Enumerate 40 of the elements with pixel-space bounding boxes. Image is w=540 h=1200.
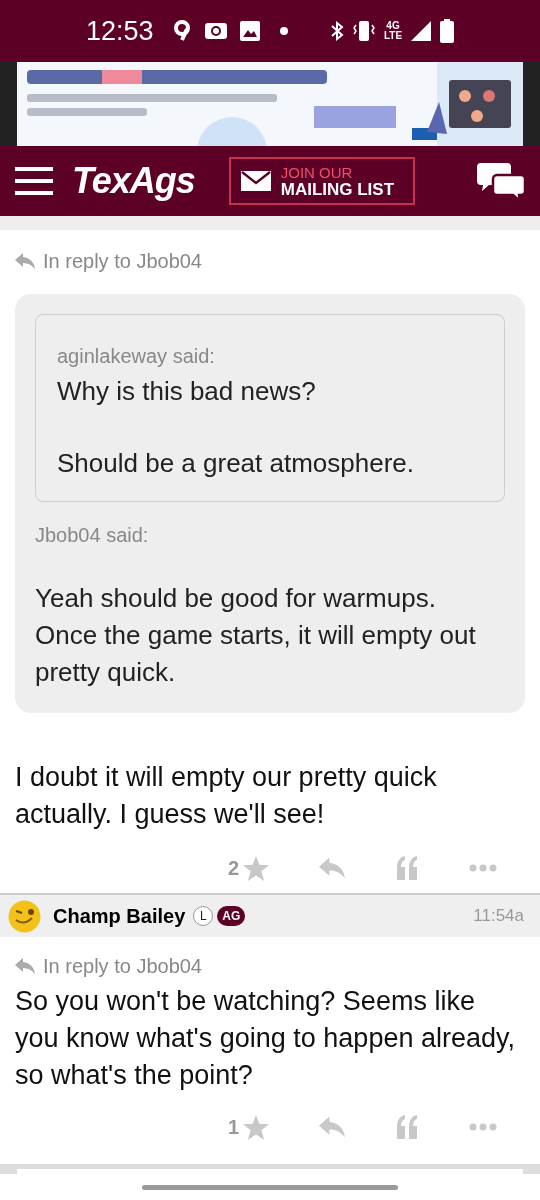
quote-icon[interactable] [395, 1115, 419, 1139]
signal-icon [410, 20, 432, 42]
reply-to-text: In reply to Jbob04 [43, 954, 202, 979]
author-name[interactable]: Champ Bailey [53, 901, 186, 931]
star-icon[interactable] [243, 1114, 269, 1140]
reply-icon [15, 253, 35, 269]
user-badge: AG [217, 906, 246, 926]
star-icon[interactable] [243, 855, 269, 881]
camera-icon [203, 21, 228, 41]
chat-icon[interactable] [477, 161, 525, 201]
battery-icon [440, 19, 454, 43]
avatar-icon [8, 899, 41, 933]
post-body: I doubt it will empty our pretty quick actually. I guess we'll see! [15, 761, 438, 831]
envelope-icon [240, 171, 271, 191]
star-count: 1 [227, 1115, 239, 1140]
home-indicator[interactable] [142, 1185, 398, 1190]
quote-text: Should be a great atmosphere. [57, 447, 416, 480]
post-time: 11:54a [473, 905, 525, 928]
reply-icon[interactable] [319, 857, 345, 879]
quote-author: aginlakeway said: [57, 344, 216, 369]
star-count: 2 [227, 856, 239, 881]
reply-icon[interactable] [319, 1116, 345, 1138]
reply-icon [15, 958, 35, 974]
post-body: So you won't be watching? Seems like you know what's going to happen already, so what's the point? [15, 985, 516, 1092]
quote-text: Why is this bad news? [57, 375, 317, 408]
more-icon[interactable] [469, 864, 497, 872]
bluetooth-icon [330, 21, 344, 41]
reply-to-text: In reply to Jbob04 [43, 249, 202, 274]
quote-author: Jbob04 said: [35, 523, 150, 548]
quote-icon[interactable] [395, 856, 419, 880]
network-label: 4G LTE [384, 21, 402, 41]
user-badge: L [193, 906, 214, 926]
menu-icon[interactable] [15, 167, 53, 195]
quote-text: Yeah should be good for warmups. Once the game starts, it will empty out pretty quick. [35, 582, 477, 689]
image-icon [239, 21, 260, 41]
more-icon[interactable] [469, 1123, 497, 1131]
site-logo[interactable]: TexAgs [72, 163, 195, 199]
clock: 12:53 [86, 17, 154, 45]
mailing-list-button[interactable]: JOIN OUR MAILING LIST [228, 157, 415, 205]
vibrate-icon [352, 20, 376, 42]
